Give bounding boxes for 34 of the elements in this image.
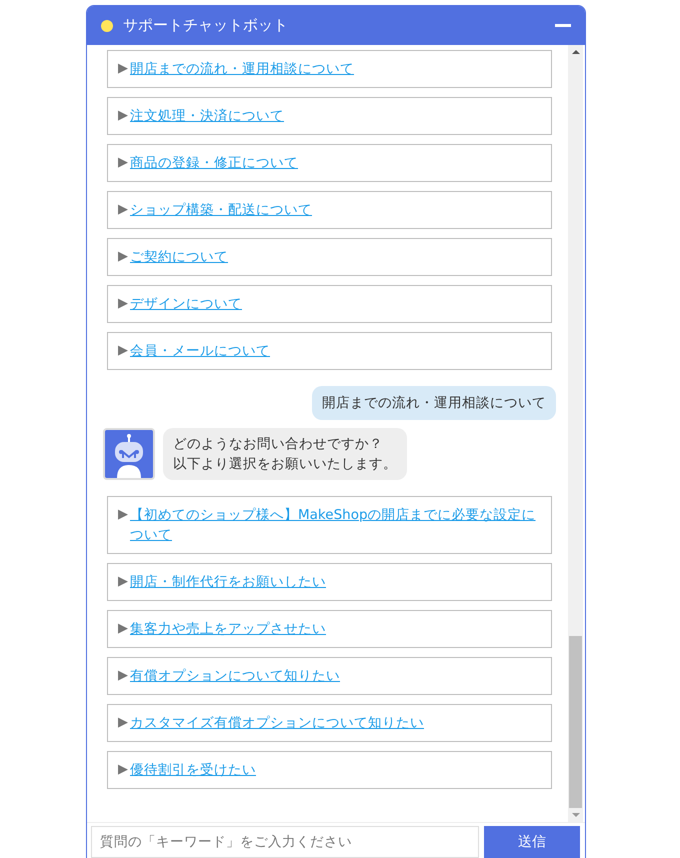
triangle-icon: ▶ [118, 106, 128, 126]
option-link[interactable]: 優待割引を受けたい [130, 760, 256, 780]
option-link[interactable]: 商品の登録・修正について [130, 153, 298, 173]
triangle-icon: ▶ [118, 760, 128, 780]
triangle-icon: ▶ [118, 666, 128, 686]
triangle-icon: ▶ [118, 713, 128, 733]
option-link[interactable]: デザインについて [130, 294, 242, 314]
option-link[interactable]: カスタマイズ有償オプションについて知りたい [130, 713, 424, 733]
option-link[interactable]: 開店までの流れ・運用相談について [130, 59, 354, 79]
option-link[interactable]: 有償オプションについて知りたい [130, 666, 340, 686]
triangle-icon: ▶ [118, 341, 128, 361]
bot-message: どのようなお問い合わせですか？ 以下より選択をお願いいたします。 [163, 428, 407, 480]
triangle-icon: ▶ [118, 59, 128, 79]
option-link[interactable]: 開店・制作代行をお願いしたい [130, 572, 326, 592]
status-dot [101, 20, 113, 32]
window-title: サポートチャットボット [123, 16, 289, 35]
triangle-icon: ▶ [118, 505, 128, 525]
triangle-icon: ▶ [118, 572, 128, 592]
option-link[interactable]: 【初めてのショップ様へ】MakeShopの開店までに必要な設定について [130, 505, 541, 545]
question-input-field[interactable]: 質問の「キーワード」をご入力ください [91, 826, 479, 858]
robot-avatar-icon [103, 428, 155, 480]
send-button[interactable]: 送信 [484, 826, 580, 858]
option-link[interactable]: 注文処理・決済について [130, 106, 284, 126]
triangle-icon: ▶ [118, 247, 128, 267]
triangle-icon: ▶ [118, 619, 128, 639]
triangle-icon: ▶ [118, 153, 128, 173]
option-link[interactable]: ご契約について [130, 247, 228, 267]
triangle-icon: ▶ [118, 294, 128, 314]
scrollbar[interactable] [568, 45, 583, 822]
option-link[interactable]: 会員・メールについて [130, 341, 270, 361]
triangle-icon: ▶ [118, 200, 128, 220]
option-link[interactable]: 集客力や売上をアップさせたい [130, 619, 326, 639]
option-link[interactable]: ショップ構築・配送について [130, 200, 312, 220]
user-message: 開店までの流れ・運用相談について [312, 386, 556, 420]
